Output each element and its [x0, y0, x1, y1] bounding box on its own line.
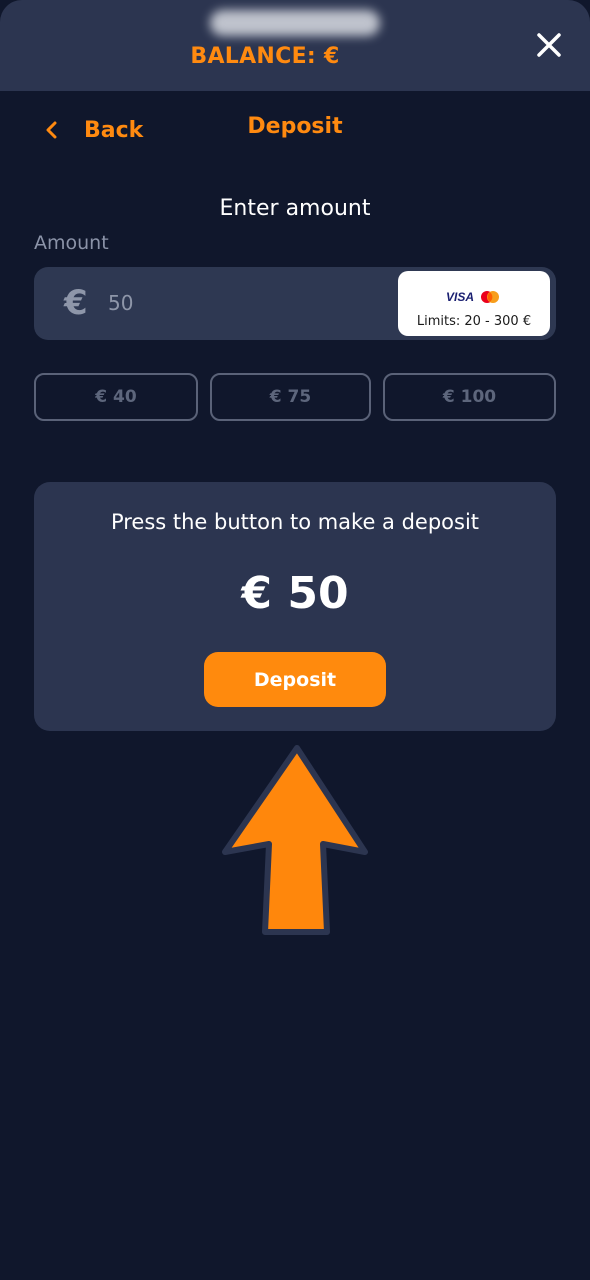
visa-icon: VISA	[445, 290, 474, 304]
back-button[interactable]: Back	[40, 112, 143, 148]
deposit-instruction: Press the button to make a deposit	[110, 510, 480, 534]
balance-label: BALANCE: €	[190, 44, 340, 69]
chevron-left-icon	[46, 121, 57, 139]
page-title: Deposit	[247, 114, 343, 139]
limits-text: Limits: 20 - 300 €	[416, 314, 532, 329]
payment-limits-card: VISA Limits: 20 - 300 €	[398, 271, 550, 336]
close-icon	[537, 33, 561, 57]
quick-amount-75-button[interactable]: € 75	[210, 373, 371, 421]
deposit-screen: BALANCE: € Back Deposit Enter amount Amo…	[0, 0, 590, 1280]
amount-field: € VISA Limits: 20 - 300 €	[34, 267, 556, 340]
enter-amount-heading: Enter amount	[219, 196, 371, 221]
top-bar: BALANCE: €	[0, 0, 590, 91]
amount-label: Amount	[34, 232, 109, 254]
quick-amount-100-button[interactable]: € 100	[383, 373, 556, 421]
deposit-summary-panel: Press the button to make a deposit € 50 …	[34, 482, 556, 731]
mastercard-icon	[481, 291, 499, 303]
back-label: Back	[84, 117, 144, 143]
close-button[interactable]	[530, 26, 568, 64]
blurred-username	[210, 10, 380, 36]
payment-brand-icons: VISA	[398, 287, 550, 307]
euro-icon: €	[64, 283, 88, 323]
quick-amount-40-button[interactable]: € 40	[34, 373, 198, 421]
amount-input[interactable]	[100, 285, 366, 321]
deposit-button[interactable]: Deposit	[204, 652, 386, 707]
arrow-up-icon	[222, 745, 368, 935]
deposit-amount: € 50	[241, 568, 349, 619]
